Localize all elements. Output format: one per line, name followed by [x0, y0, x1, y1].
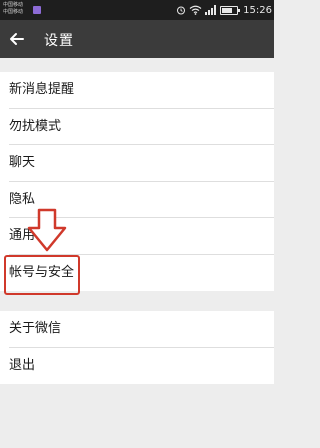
status-icons: 15:26	[176, 2, 272, 18]
settings-item-chat[interactable]: 聊天	[0, 145, 274, 182]
settings-item-account-security[interactable]: 帐号与安全	[0, 255, 274, 292]
settings-item-do-not-disturb[interactable]: 勿扰模式	[0, 109, 274, 145]
status-time: 15:26	[243, 4, 272, 16]
settings-item-label: 退出	[9, 357, 36, 373]
back-arrow-icon	[10, 33, 24, 45]
settings-group-footer: 关于微信 退出	[0, 311, 274, 384]
settings-item-new-message-alerts[interactable]: 新消息提醒	[0, 72, 274, 109]
settings-group-main: 新消息提醒 勿扰模式 聊天 隐私 通用 帐号与安全	[0, 72, 274, 291]
settings-item-logout[interactable]: 退出	[0, 348, 274, 385]
signal-icon	[205, 5, 217, 15]
carrier-info: 中国移动 中国移动	[3, 2, 33, 16]
settings-item-label: 勿扰模式	[9, 118, 62, 134]
settings-item-label: 帐号与安全	[9, 264, 75, 280]
wifi-icon	[189, 5, 202, 15]
settings-item-label: 关于微信	[9, 321, 62, 336]
carrier-line-2: 中国移动	[3, 9, 24, 15]
status-bar: 中国移动 中国移动 15:26	[0, 0, 274, 20]
settings-item-about-wechat[interactable]: 关于微信	[0, 311, 274, 348]
settings-item-label: 新消息提醒	[9, 82, 75, 97]
title-bar: 设置	[0, 20, 274, 58]
alarm-icon	[177, 6, 186, 15]
settings-item-label: 聊天	[9, 155, 36, 170]
back-button[interactable]	[6, 28, 28, 50]
page-title: 设置	[44, 33, 74, 49]
down-arrow-icon	[27, 208, 67, 252]
app-notification-icon	[33, 6, 41, 14]
battery-icon	[220, 5, 241, 15]
battery-level	[222, 7, 233, 13]
settings-item-label: 隐私	[9, 191, 36, 207]
carrier-line-1: 中国移动	[3, 2, 24, 8]
